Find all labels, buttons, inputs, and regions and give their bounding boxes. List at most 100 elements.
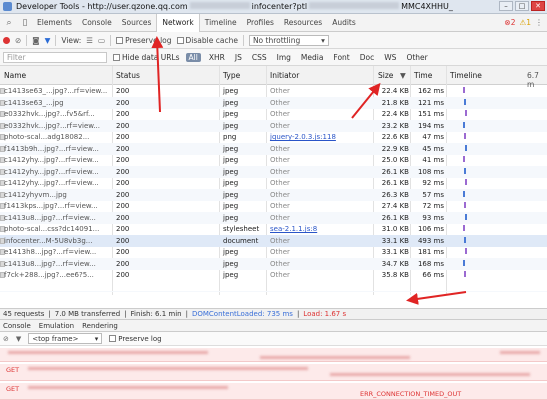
table-row[interactable]: e1413h8...jpg?...rf=view... 200 jpeg Other 3… <box>0 246 547 258</box>
filter-type-xhr[interactable]: XHR <box>207 53 227 62</box>
camera-icon[interactable]: ◙ <box>32 36 39 45</box>
table-row[interactable]: photo-scal...adg18082... 200 png jquery-2.0… <box>0 131 547 143</box>
column-type[interactable]: Type <box>223 71 240 80</box>
tab-resources[interactable]: Resources <box>279 14 327 32</box>
filter-type-other[interactable]: Other <box>404 53 429 62</box>
frame-select[interactable]: <top frame> ▾ <box>28 333 103 344</box>
table-row[interactable]: f7ck+288...jpg?...ee6?5... 200 jpeg Other 35… <box>0 269 547 281</box>
request-time: 151 ms <box>417 110 444 118</box>
column-time[interactable]: Time <box>414 71 432 80</box>
tab-profiles[interactable]: Profiles <box>242 14 279 32</box>
large-rows-icon[interactable]: ☰ <box>86 36 93 45</box>
filter-type-img[interactable]: Img <box>275 53 293 62</box>
request-name: infocenter...M-5U8vb3g... <box>4 236 93 245</box>
request-time: 47 ms <box>422 133 444 141</box>
filter-type-doc[interactable]: Doc <box>358 53 377 62</box>
table-row[interactable]: photo-scal...css?dc14091... 200 stylesheet… <box>0 223 547 235</box>
filter-input[interactable]: Filter <box>3 51 107 63</box>
timeline-bar <box>464 202 466 208</box>
request-type: jpeg <box>223 179 239 187</box>
request-type: document <box>223 236 259 245</box>
request-status: 200 <box>116 144 130 153</box>
request-initiator[interactable]: sea-2.1.1.js:8 <box>270 225 317 233</box>
request-size: 21.8 KB <box>381 98 409 107</box>
table-row[interactable]: c1412yhy...jpg?...rf=view... 200 jpeg Other… <box>0 165 547 178</box>
request-size: 31.0 KB <box>381 225 409 233</box>
window-title: Developer Tools - http://user.qzone.qq.c… <box>16 2 453 11</box>
more-menu-icon[interactable]: ⋮ <box>535 18 543 27</box>
table-row[interactable]: c1413se63_...jpg 200 jpeg Other 21.8 KB 121 m… <box>0 96 547 109</box>
column-name[interactable]: Name <box>4 71 26 80</box>
filter-type-font[interactable]: Font <box>331 53 351 62</box>
drawer-tab-emulation[interactable]: Emulation <box>39 322 74 330</box>
request-size: 26.1 KB <box>381 179 409 187</box>
request-name: e1413h8...jpg?...rf=view... <box>4 248 97 256</box>
drawer-tab-rendering[interactable]: Rendering <box>82 322 118 330</box>
request-initiator: Other <box>270 190 290 199</box>
requests-table: c1413se63_...jpg?...rf=view... 200 jpeg Oth… <box>0 85 547 292</box>
tab-console[interactable]: Console <box>77 14 117 32</box>
request-status: 200 <box>116 167 130 176</box>
overview-icon[interactable]: ▭ <box>98 36 105 45</box>
preserve-log-checkbox[interactable]: Preserve log <box>116 36 172 45</box>
filter-icon[interactable]: ▼ <box>45 36 51 45</box>
warning-count-badge[interactable]: ⚠1 <box>519 18 531 27</box>
tab-audits[interactable]: Audits <box>327 14 361 32</box>
request-name: c1413u8...jpg?...rf=view... <box>4 213 96 222</box>
hide-data-urls-checkbox[interactable]: Hide data URLs <box>113 53 180 62</box>
tab-elements[interactable]: Elements <box>32 14 77 32</box>
column-status[interactable]: Status <box>116 71 140 80</box>
request-status: 200 <box>116 248 130 256</box>
table-row[interactable]: c1413se63_...jpg?...rf=view... 200 jpeg Oth… <box>0 85 547 97</box>
table-row[interactable]: e0332hvk...jpg?...fv5&rf... 200 jpeg Other 2… <box>0 108 547 120</box>
inspect-icon[interactable]: ⌕ <box>2 16 16 30</box>
record-icon[interactable] <box>3 36 10 44</box>
console-error-line <box>0 348 547 362</box>
request-size: 22.4 KB <box>381 87 409 95</box>
throttle-select[interactable]: No throttling ▾ <box>248 34 329 46</box>
request-time: 57 ms <box>422 190 444 199</box>
filter-type-media[interactable]: Media <box>299 53 326 62</box>
tab-network[interactable]: Network <box>156 13 200 32</box>
disable-cache-checkbox[interactable]: Disable cache <box>176 36 238 45</box>
minimize-button[interactable]: – <box>499 1 513 11</box>
table-row[interactable]: infocenter...M-5U8vb3g... 200 document Othe… <box>0 234 547 247</box>
request-time: 108 ms <box>417 167 444 176</box>
error-count-badge[interactable]: ⊗2 <box>504 18 515 27</box>
table-row[interactable]: e0332hvk...jpg?...rf=view... 200 jpeg Other… <box>0 119 547 132</box>
request-name: photo-scal...adg18082... <box>4 133 90 141</box>
console-filter-icon[interactable]: ▼ <box>16 335 21 343</box>
filter-type-js[interactable]: JS <box>233 53 244 62</box>
maximize-button[interactable]: □ <box>515 1 529 11</box>
request-type: jpeg <box>223 98 239 107</box>
timeline-bar <box>465 144 467 151</box>
filter-type-ws[interactable]: WS <box>382 53 398 62</box>
request-name: f1413b9h...jpg?...rf=view... <box>4 144 99 153</box>
column-timeline[interactable]: Timeline <box>450 71 482 80</box>
filter-type-css[interactable]: CSS <box>250 53 269 62</box>
clear-icon[interactable]: ⊘ <box>15 36 21 45</box>
table-row[interactable]: c1413u8...jpg?...rf=view... 200 jpeg Other 3… <box>0 257 547 270</box>
clear-console-icon[interactable]: ⊘ <box>3 335 9 343</box>
filter-type-all[interactable]: All <box>185 52 201 62</box>
table-row[interactable]: c1413u8...jpg?...rf=view... 200 jpeg Other 2… <box>0 211 547 224</box>
timeline-bar <box>463 87 465 93</box>
request-initiator[interactable]: jquery-2.0.3.js:118 <box>270 133 336 141</box>
tab-timeline[interactable]: Timeline <box>200 14 242 32</box>
close-button[interactable]: ✕ <box>531 1 545 11</box>
table-row[interactable]: c1412yhy...jpg?...rf=view... 200 jpeg Other… <box>0 154 547 166</box>
table-row[interactable]: c1412yhyvm...jpg 200 jpeg Other 26.3 KB 57 ms <box>0 188 547 201</box>
sort-desc-icon: ▼ <box>400 71 406 80</box>
column-initiator[interactable]: Initiator <box>270 71 299 80</box>
device-mode-icon[interactable]: ▯ <box>18 16 32 30</box>
console-preserve-log-checkbox[interactable]: Preserve log <box>109 335 162 343</box>
table-row[interactable]: f1413kps...jpg?...rf=view... 200 jpeg Other… <box>0 200 547 212</box>
timeline-bar <box>463 225 465 231</box>
table-row[interactable]: f1413b9h...jpg?...rf=view... 200 jpeg Other… <box>0 142 547 155</box>
column-size[interactable]: Size <box>378 71 393 80</box>
tab-sources[interactable]: Sources <box>117 14 157 32</box>
table-row[interactable]: c1412yhy...jpg?...rf=view... 200 jpeg Other… <box>0 177 547 189</box>
devtools-tabbar: ⌕ ▯ Elements Console Sources Network Tim… <box>0 13 547 32</box>
table-row[interactable]: a0332hvk...mp4?sdtfr...200video/mp4http:… <box>0 290 547 292</box>
drawer-tab-console[interactable]: Console <box>3 322 31 330</box>
